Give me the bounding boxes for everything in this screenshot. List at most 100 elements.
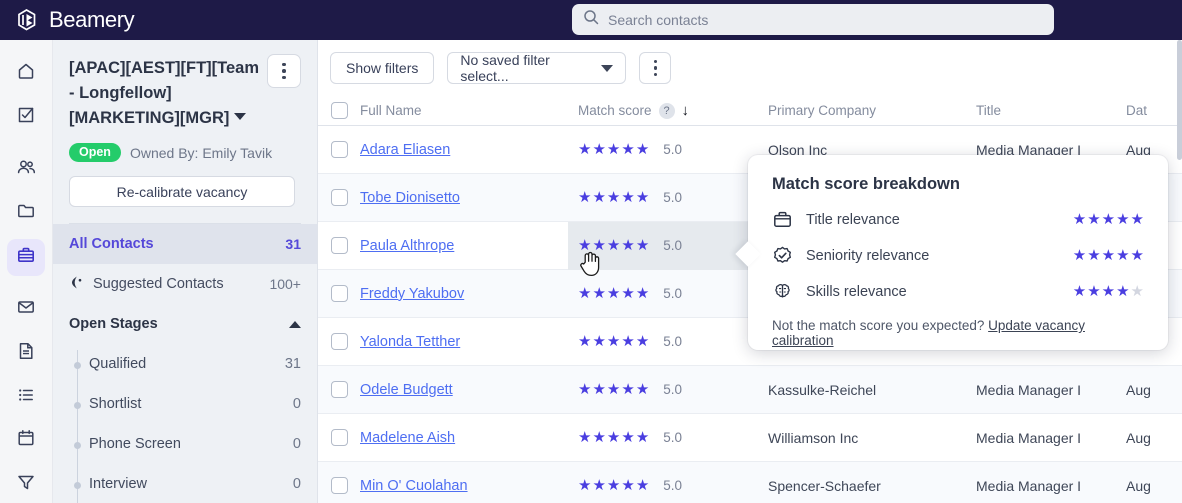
top-bar: Beamery — [0, 0, 1182, 40]
contact-name-link[interactable]: Yalonda Tetther — [360, 334, 460, 350]
folder-icon — [16, 201, 36, 226]
column-header-date[interactable]: Dat — [1126, 103, 1182, 118]
row-checkbox[interactable] — [330, 189, 348, 206]
question-icon[interactable]: ? — [658, 102, 675, 119]
vacancy-header: [APAC][AEST][FT][Team - Longfellow][MARK… — [53, 40, 317, 207]
vacancy-options-button[interactable] — [267, 54, 301, 88]
rail-item-people[interactable] — [7, 152, 45, 189]
rail-item-calendar[interactable] — [7, 423, 45, 460]
contact-name-link[interactable]: Tobe Dionisetto — [360, 190, 460, 206]
rail-item-filters[interactable] — [7, 466, 45, 503]
row-checkbox[interactable] — [330, 333, 348, 350]
contact-name-link[interactable]: Freddy Yakubov — [360, 286, 464, 302]
stage-label: Qualified — [89, 356, 147, 372]
select-all-checkbox[interactable] — [330, 102, 348, 119]
row-select-cell — [318, 429, 360, 446]
calendar-icon — [16, 428, 36, 453]
star-rating: ★ ★ ★ ★ ★ — [1072, 211, 1144, 228]
table-row[interactable]: Odele Budgett ★ ★ ★ ★ ★ 5.0 Kassulke-Reichel… — [318, 366, 1182, 414]
sidebar-section-open-stages[interactable]: Open Stages — [53, 304, 317, 344]
cell-match-score[interactable]: ★ ★ ★ ★ ★ 5.0 — [568, 174, 768, 222]
cell-full-name: Tobe Dionisetto — [360, 189, 568, 207]
rail-item-home[interactable] — [7, 56, 45, 93]
popover-row-seniority-relevance: Seniority relevance ★ ★ ★ ★ ★ — [772, 245, 1144, 266]
cell-match-score[interactable]: ★ ★ ★ ★ ★ 5.0 — [568, 366, 768, 414]
icon-rail — [0, 40, 53, 503]
list-options-button[interactable] — [639, 52, 672, 84]
stage-label: Interview — [89, 476, 148, 492]
chevron-down-icon — [234, 113, 247, 120]
contact-name-link[interactable]: Adara Eliasen — [360, 142, 450, 158]
rail-item-tasks[interactable] — [7, 99, 45, 136]
cell-match-score[interactable]: ★ ★ ★ ★ ★ 5.0 — [568, 270, 768, 318]
star-rating: ★ ★ ★ ★ ★ — [1072, 283, 1144, 300]
row-checkbox[interactable] — [330, 237, 348, 254]
row-checkbox[interactable] — [330, 381, 348, 398]
saved-filter-select[interactable]: No saved filter select... — [447, 52, 627, 84]
sidebar-item-stage[interactable]: Interview 0 — [53, 464, 317, 503]
all-contacts-count: 31 — [285, 236, 301, 252]
show-filters-button[interactable]: Show filters — [330, 52, 435, 84]
contact-name-link[interactable]: Min O' Cuolahan — [360, 478, 468, 494]
briefcase-icon — [772, 209, 806, 230]
row-select-cell — [318, 285, 360, 302]
star-rating: ★ ★ ★ ★ ★ — [578, 237, 650, 254]
home-icon — [16, 61, 36, 86]
column-header-title[interactable]: Title — [976, 103, 1126, 118]
cell-match-score[interactable]: ★ ★ ★ ★ ★ 5.0 — [568, 318, 768, 366]
cell-match-score[interactable]: ★ ★ ★ ★ ★ 5.0 — [568, 414, 768, 462]
sidebar-item-all-contacts[interactable]: All Contacts 31 — [53, 224, 317, 264]
cell-match-score[interactable]: ★ ★ ★ ★ ★ 5.0 — [568, 126, 768, 174]
chevron-down-icon — [601, 64, 614, 72]
vacancy-title-dropdown[interactable]: [APAC][AEST][FT][Team - Longfellow][MARK… — [69, 56, 265, 131]
filter-icon — [16, 472, 36, 497]
cell-match-score-hovered[interactable]: ★ ★ ★ ★ ★ 5.0 — [568, 221, 768, 270]
row-checkbox[interactable] — [330, 429, 348, 446]
popover-row-skills-relevance: Skills relevance ★ ★ ★ ★ ★ — [772, 281, 1144, 302]
row-checkbox[interactable] — [330, 477, 348, 494]
brand-logo[interactable]: Beamery — [14, 7, 135, 33]
row-checkbox[interactable] — [330, 141, 348, 158]
brain-icon — [772, 281, 806, 302]
people-icon — [16, 157, 37, 183]
contact-name-link[interactable]: Odele Budgett — [360, 382, 453, 398]
rail-item-projects[interactable] — [7, 195, 45, 232]
cell-match-score[interactable]: ★ ★ ★ ★ ★ 5.0 — [568, 462, 768, 503]
sidebar-item-stage[interactable]: Shortlist 0 — [53, 384, 317, 424]
sidebar-item-stage[interactable]: Phone Screen 0 — [53, 424, 317, 464]
sort-desc-arrow-icon[interactable]: ↓ — [682, 103, 690, 118]
score-value: 5.0 — [663, 142, 683, 157]
table-row[interactable]: Min O' Cuolahan ★ ★ ★ ★ ★ 5.0 Spencer-Schaef… — [318, 462, 1182, 503]
row-checkbox[interactable] — [330, 285, 348, 302]
table-header-row: Full Name Match score ? ↓ Primary Compan… — [318, 96, 1182, 126]
vacancy-owner: Owned By: Emily Tavik — [129, 144, 273, 161]
rail-item-documents[interactable] — [7, 335, 45, 372]
sidebar-item-stage[interactable]: Qualified 31 — [53, 344, 317, 384]
search-bar[interactable] — [572, 4, 1054, 35]
stage-dot-icon — [74, 442, 81, 449]
rail-item-vacancies[interactable] — [7, 239, 45, 276]
popover-row-label: Skills relevance — [806, 283, 907, 300]
column-header-full-name[interactable]: Full Name — [360, 103, 568, 118]
stage-count: 31 — [284, 356, 301, 372]
contact-name-link[interactable]: Paula Althrope — [360, 238, 454, 254]
column-header-primary-company[interactable]: Primary Company — [768, 103, 976, 118]
beamery-logo-icon — [14, 7, 40, 33]
main-scrollbar[interactable] — [1177, 40, 1182, 503]
recalibrate-vacancy-button[interactable]: Re-calibrate vacancy — [69, 176, 295, 207]
kebab-dot — [653, 59, 658, 64]
cell-title: Media Manager I — [976, 429, 1082, 446]
table-row[interactable]: Madelene Aish ★ ★ ★ ★ ★ 5.0 Williamson Inc M… — [318, 414, 1182, 462]
rail-item-lists[interactable] — [7, 379, 45, 416]
sidebar-item-suggested-contacts[interactable]: Suggested Contacts 100+ — [53, 264, 317, 304]
search-input[interactable] — [608, 11, 1043, 28]
saved-filter-value: No saved filter select... — [460, 52, 550, 84]
tasks-icon — [16, 105, 36, 130]
contact-name-link[interactable]: Madelene Aish — [360, 430, 455, 446]
status-badge: Open — [69, 143, 121, 162]
stage-count: 0 — [292, 476, 301, 492]
column-header-match-score[interactable]: Match score ? ↓ — [568, 96, 768, 126]
star-rating: ★ ★ ★ ★ ★ — [578, 429, 650, 446]
rail-item-messages[interactable] — [7, 291, 45, 328]
stage-count: 0 — [292, 396, 301, 412]
